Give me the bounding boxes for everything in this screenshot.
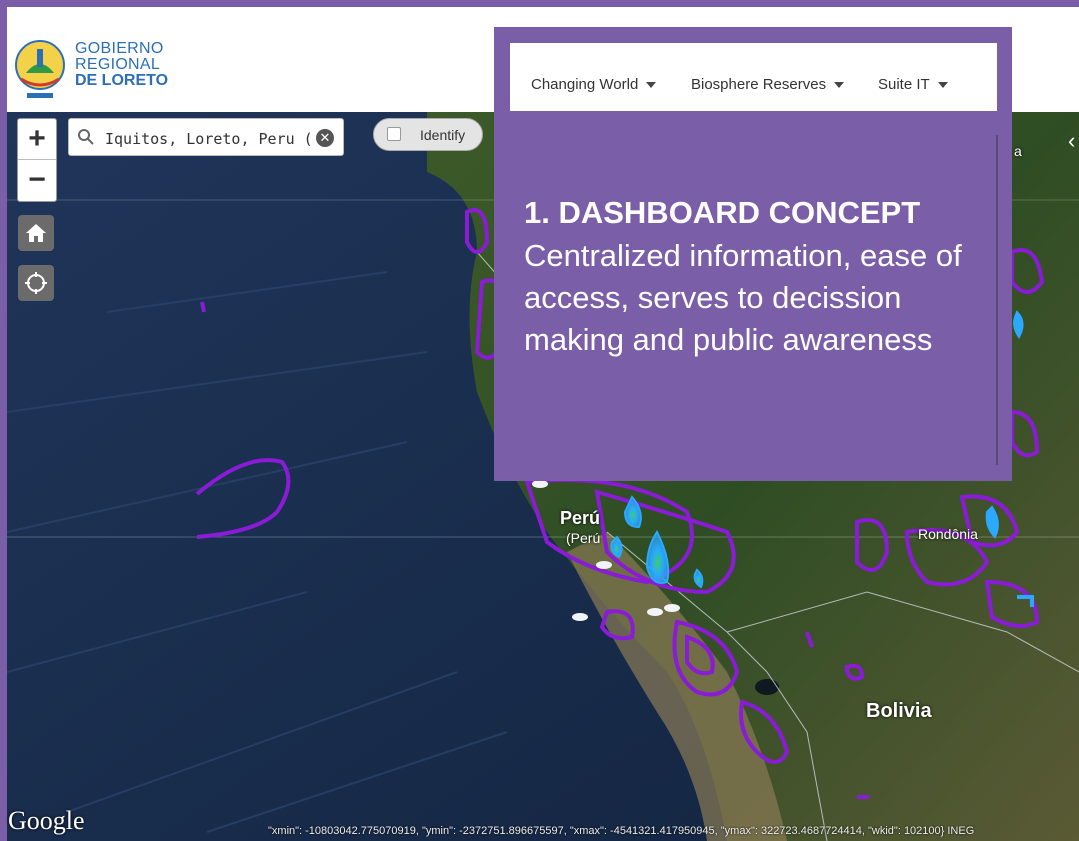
locate-crosshair-icon (25, 272, 47, 294)
nav-item-label: Changing World (531, 76, 639, 93)
map-label-peru: Perú (560, 508, 601, 528)
logo-line-1: GOBIERNO (75, 40, 164, 57)
contour-small-4 (200, 301, 206, 313)
concept-overlay: 1. DASHBOARD CONCEPT Centralized informa… (494, 135, 1012, 481)
top-navigation: Changing World Biosphere Reserves Suite … (510, 43, 997, 111)
chevron-left-icon[interactable]: ‹ (1068, 128, 1075, 154)
map-label-peru-sub: (Perú (566, 530, 601, 546)
slide-border-left (0, 0, 7, 841)
locate-button[interactable] (18, 265, 54, 301)
slide-border-top (0, 0, 1079, 7)
cloud-marker (532, 480, 548, 488)
logo-text: GOBIERNO REGIONAL DE LORETO (75, 41, 168, 89)
nav-item-changing-world[interactable]: Changing World (531, 76, 657, 93)
concept-divider (996, 135, 998, 465)
slide-frame: GOBIERNO REGIONAL DE LORETO Changing Wor… (0, 0, 1079, 841)
concept-title: 1. DASHBOARD CONCEPT (524, 195, 921, 230)
identify-toggle[interactable]: Identify (373, 118, 483, 151)
home-icon (26, 224, 46, 242)
logo-line-3: DE LORETO (75, 72, 169, 89)
search-input[interactable] (103, 126, 313, 152)
map-label-bolivia: Bolivia (866, 700, 932, 722)
nav-item-label: Suite IT (878, 76, 930, 93)
nav-item-biosphere-reserves[interactable]: Biosphere Reserves (691, 76, 845, 93)
zoom-control: + − (17, 118, 57, 202)
home-button[interactable] (18, 215, 54, 251)
zoom-in-button[interactable]: + (18, 119, 56, 160)
cloud-marker (596, 561, 612, 569)
cloud-marker (664, 604, 680, 612)
map-label-edge: a (1014, 143, 1022, 159)
caret-down-icon (646, 82, 657, 89)
search-icon[interactable] (77, 128, 95, 146)
close-icon[interactable]: ✕ (316, 129, 334, 147)
cloud-marker (647, 608, 663, 616)
concept-body: Centralized information, ease of access,… (524, 238, 962, 357)
zoom-out-button[interactable]: − (18, 160, 56, 200)
cloud-marker (572, 613, 588, 621)
identify-label: Identify (420, 127, 466, 143)
logo-line-2: REGIONAL (75, 56, 161, 73)
caret-down-icon (937, 82, 948, 89)
lake-titicaca (755, 679, 779, 695)
nav-item-suite-it[interactable]: Suite IT (878, 76, 948, 93)
map-label-rondonia: Rondônia (918, 526, 978, 542)
search-box: ✕ (68, 118, 344, 156)
nav-item-label: Biosphere Reserves (691, 76, 827, 93)
map-extent-readout: "xmin": -10803042.775070919, "ymin": -23… (268, 825, 975, 837)
google-attribution: Google (8, 806, 85, 835)
caret-down-icon (834, 82, 845, 89)
identify-checkbox[interactable] (387, 127, 401, 141)
gobierno-regional-logo[interactable] (11, 35, 69, 101)
